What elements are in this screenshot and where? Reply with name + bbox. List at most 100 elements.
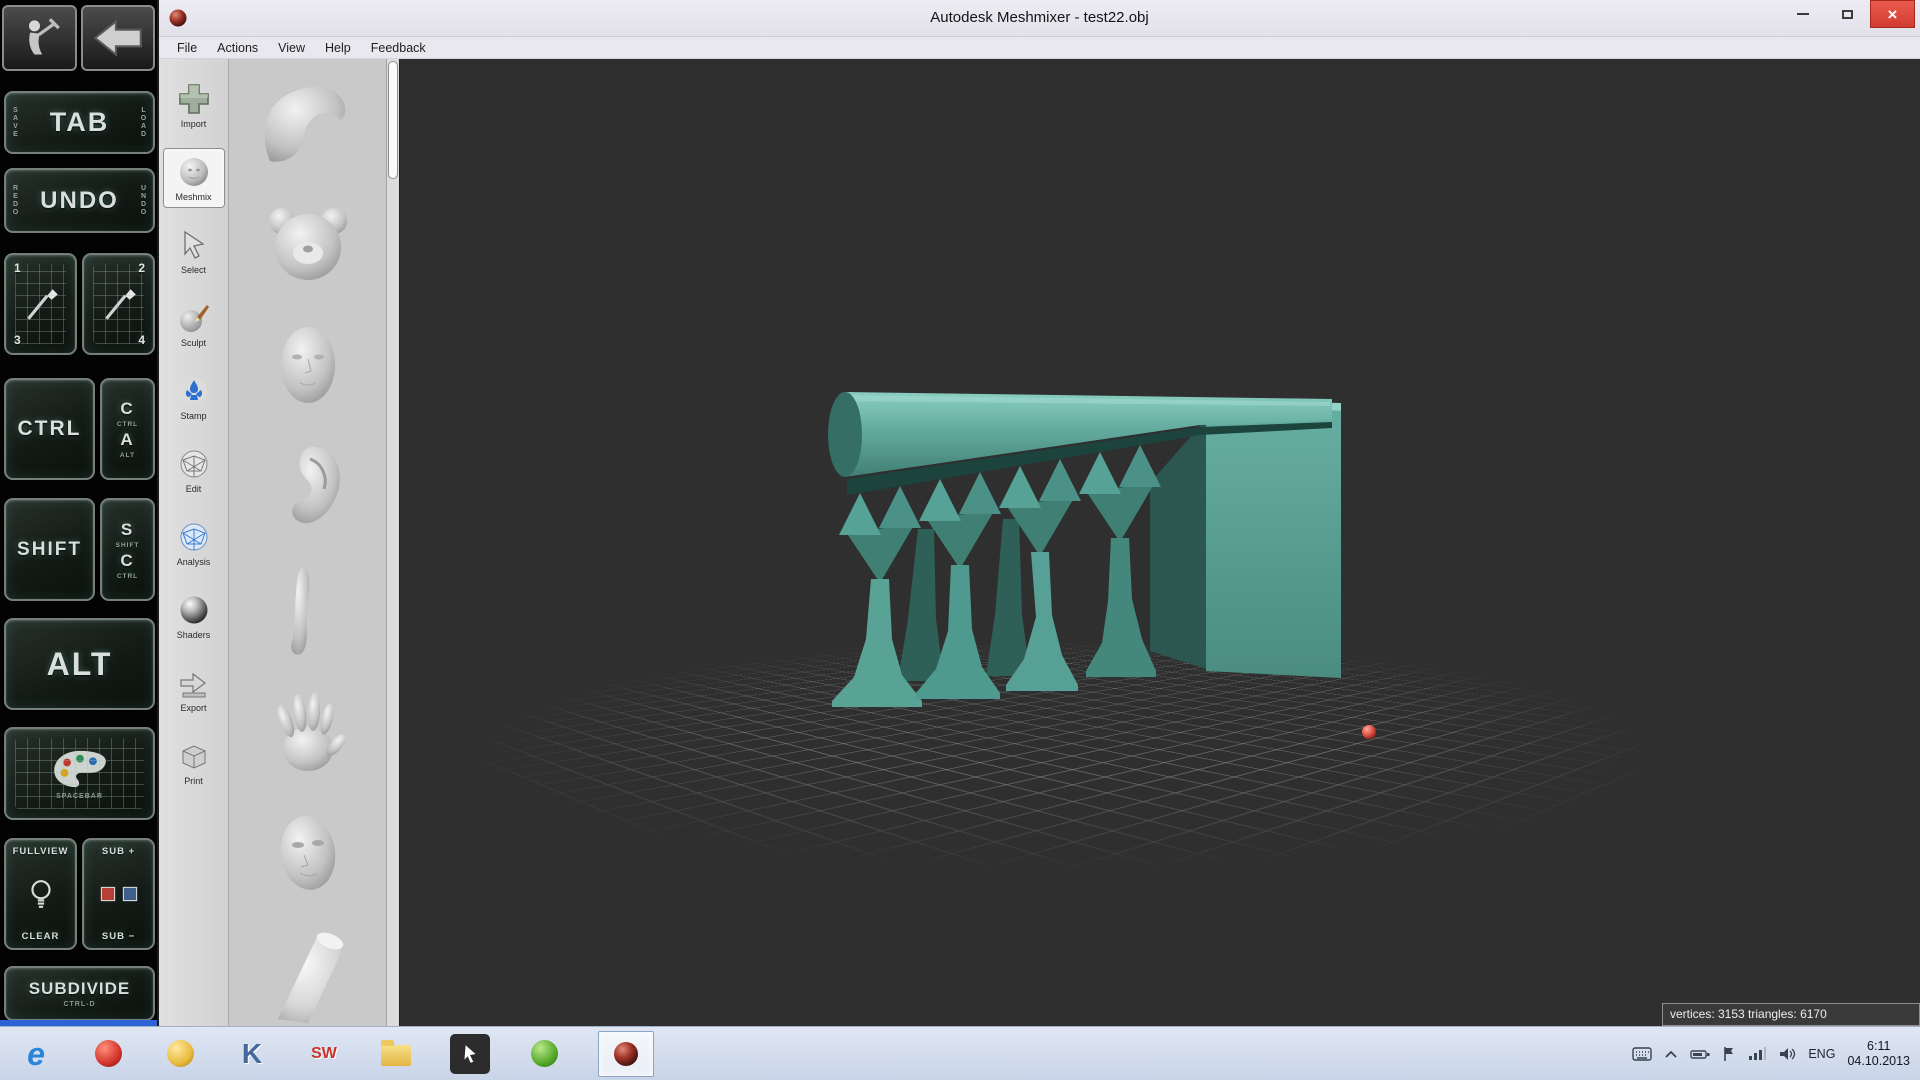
support-leg	[1086, 538, 1156, 677]
taskbar-explorer-icon[interactable]	[378, 1034, 414, 1074]
part-face[interactable]	[242, 805, 374, 901]
part-slim-arm[interactable]	[242, 561, 374, 657]
export-arrow-icon	[176, 665, 212, 701]
action-center-flag-icon[interactable]	[1722, 1046, 1736, 1062]
window-title-bar[interactable]: Autodesk Meshmixer - test22.obj ×	[159, 0, 1920, 37]
grid-pattern	[15, 738, 144, 809]
macro-hotkey-panel: SAVE TAB LOAD REDO UNDO UNDO 1 3 2 4	[0, 0, 159, 1026]
viewport-3d[interactable]: vertices: 3153 triangles: 6170	[400, 59, 1920, 1026]
grid-pattern	[15, 264, 66, 344]
tool-export[interactable]: Export	[163, 659, 225, 719]
part-bear-head[interactable]	[242, 195, 374, 291]
macro-subdivide-button[interactable]: SUBDIVIDE CTRL-D	[4, 966, 155, 1021]
show-hidden-icons-chevron-icon[interactable]	[1664, 1049, 1678, 1059]
macro-shift-button[interactable]: SHIFT	[4, 498, 95, 601]
stamp-icon	[176, 373, 212, 409]
tool-edit[interactable]: Edit	[163, 440, 225, 500]
tab-label: TAB	[50, 107, 110, 138]
tool-stamp[interactable]: Stamp	[163, 367, 225, 427]
maximize-button[interactable]	[1825, 0, 1870, 28]
parts-scrollbar[interactable]	[386, 59, 399, 1026]
volume-speaker-icon[interactable]	[1778, 1047, 1796, 1061]
part-ear[interactable]	[242, 439, 374, 535]
macro-brush-tile-1[interactable]: 1 3	[4, 253, 77, 355]
part-bicep-arm[interactable]	[242, 73, 374, 169]
tool-import[interactable]: Import	[163, 75, 225, 135]
taskbar-clock[interactable]: 6:11 04.10.2013	[1847, 1039, 1914, 1069]
meshmixer-ball-icon	[611, 1039, 641, 1069]
macro-ctrl-alt-button[interactable]: C CTRL A ALT	[100, 378, 155, 480]
battery-icon[interactable]	[1690, 1048, 1710, 1060]
tool-analysis[interactable]: Analysis	[163, 513, 225, 573]
language-indicator[interactable]: ENG	[1808, 1047, 1835, 1061]
part-cone[interactable]	[242, 927, 374, 1023]
taskbar-internet-explorer-icon[interactable]: e	[18, 1034, 54, 1074]
ctrl-label: CTRL	[18, 417, 82, 441]
part-human-head[interactable]	[242, 317, 374, 413]
meshmix-sphere-icon	[176, 154, 212, 190]
parts-list	[229, 59, 386, 1023]
folder-icon	[381, 1045, 411, 1066]
tool-shaders[interactable]: Shaders	[163, 586, 225, 646]
menu-actions[interactable]: Actions	[207, 39, 268, 57]
alt-label: ALT	[47, 646, 113, 683]
macro-shift-ctrl-button[interactable]: S SHIFT C CTRL	[100, 498, 155, 601]
clock-date: 04.10.2013	[1847, 1054, 1910, 1069]
macro-tab-button[interactable]: SAVE TAB LOAD	[4, 91, 155, 154]
menu-file[interactable]: File	[167, 39, 207, 57]
scrollbar-thumb[interactable]	[388, 61, 398, 179]
sculptor-app-tile[interactable]	[2, 5, 77, 71]
tool-sculpt[interactable]: Sculpt	[163, 294, 225, 354]
shaders-sphere-icon	[176, 592, 212, 628]
screen: SAVE TAB LOAD REDO UNDO UNDO 1 3 2 4	[0, 0, 1920, 1080]
touch-keyboard-icon[interactable]	[1632, 1047, 1652, 1061]
meshmixer-window: Autodesk Meshmixer - test22.obj × File A…	[159, 0, 1920, 1026]
tool-print[interactable]: Print	[163, 732, 225, 792]
menu-view[interactable]: View	[268, 39, 315, 57]
print-icon	[176, 738, 212, 774]
taskbar-green-app-icon[interactable]	[526, 1034, 562, 1074]
analysis-sphere-icon	[176, 519, 212, 555]
edit-wireframe-icon	[176, 446, 212, 482]
window-title: Autodesk Meshmixer - test22.obj	[159, 9, 1920, 26]
taskbar-red-app-icon[interactable]	[90, 1034, 126, 1074]
minimize-button[interactable]	[1780, 0, 1825, 28]
macro-subdivision-button[interactable]: SUB + SUB −	[82, 838, 155, 950]
back-button-tile[interactable]	[81, 5, 155, 71]
taskbar-yellow-app-icon[interactable]	[162, 1034, 198, 1074]
macro-undo-button[interactable]: REDO UNDO UNDO	[4, 168, 155, 233]
cubes-icon	[97, 883, 141, 905]
taskbar-tray: ENG 6:11 04.10.2013	[1632, 1027, 1914, 1080]
close-button[interactable]: ×	[1870, 0, 1915, 28]
lightbulb-icon	[28, 878, 54, 910]
grid-pattern	[93, 264, 144, 344]
macro-ctrl-button[interactable]: CTRL	[4, 378, 95, 480]
undo-label: UNDO	[40, 187, 119, 215]
taskbar-meshmixer-icon[interactable]	[598, 1031, 654, 1077]
taskbar-apps: e K SW	[18, 1027, 654, 1080]
status-bar: vertices: 3153 triangles: 6170	[1662, 1003, 1920, 1026]
model-3d	[400, 59, 1920, 1026]
macro-fullview-button[interactable]: FULLVIEW CLEAR	[4, 838, 77, 950]
taskbar-pointer-app-icon[interactable]	[450, 1034, 490, 1074]
menu-feedback[interactable]: Feedback	[361, 39, 436, 57]
menu-help[interactable]: Help	[315, 39, 361, 57]
tool-select[interactable]: Select	[163, 221, 225, 281]
tool-meshmix[interactable]: Meshmix	[163, 148, 225, 208]
main-toolbar: Import Meshmix	[159, 59, 229, 1026]
import-plus-icon	[176, 81, 212, 117]
box-front-face	[1206, 407, 1341, 678]
macro-spacebar-button[interactable]: SPACEBAR	[4, 727, 155, 820]
menu-bar: File Actions View Help Feedback	[159, 37, 1920, 59]
part-hand[interactable]	[242, 683, 374, 779]
taskbar-solidworks-icon[interactable]: SW	[306, 1034, 342, 1074]
sculpt-brush-icon	[176, 300, 212, 336]
macro-brush-tile-2[interactable]: 2 4	[82, 253, 155, 355]
box-side-face	[1150, 419, 1206, 669]
macro-alt-button[interactable]: ALT	[4, 618, 155, 710]
taskbar-k-app-icon[interactable]: K	[234, 1034, 270, 1074]
windows-taskbar: e K SW	[0, 1026, 1920, 1080]
subdivide-label: SUBDIVIDE	[29, 979, 131, 999]
cursor-icon	[459, 1043, 481, 1065]
network-signal-icon[interactable]	[1748, 1047, 1766, 1061]
